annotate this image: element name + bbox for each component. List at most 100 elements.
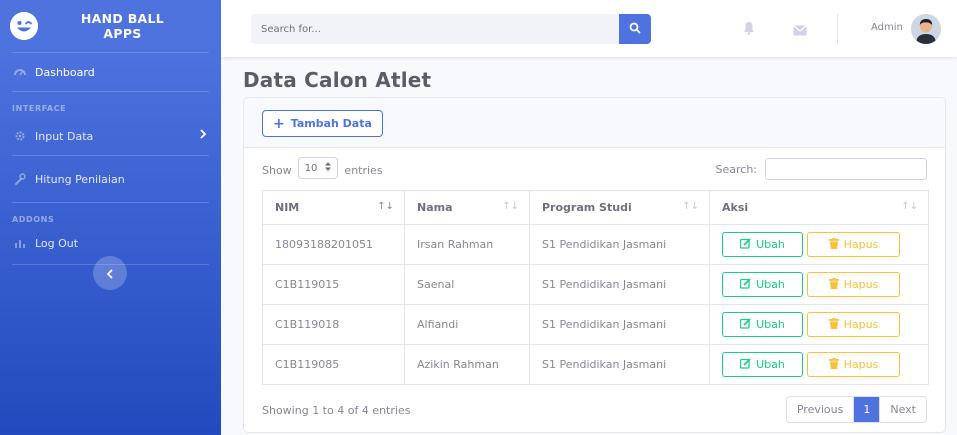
delete-label: Hapus — [843, 318, 879, 331]
show-label: Show — [262, 163, 292, 177]
brand-name: HAND BALL APPS — [38, 11, 221, 41]
sidebar-item-label: Input Data — [35, 129, 94, 143]
sort-icon: ↑↓ — [502, 201, 519, 212]
sidebar-heading-addons: ADDONS — [12, 215, 55, 224]
trash-icon — [828, 317, 839, 332]
edit-icon — [739, 237, 751, 252]
cell-nim: C1B119085 — [262, 344, 405, 385]
cell-program-studi: S1 Pendidikan Jasmani — [529, 304, 710, 345]
entries-value: 10 — [304, 162, 318, 174]
search-button[interactable] — [619, 14, 651, 44]
column-header-nim[interactable]: NIM ↑↓ — [262, 190, 405, 225]
column-header-nama[interactable]: Nama ↑↓ — [404, 190, 530, 225]
edit-icon — [739, 357, 751, 372]
entries-label: entries — [344, 163, 383, 177]
cell-program-studi: S1 Pendidikan Jasmani — [529, 224, 710, 265]
delete-label: Hapus — [843, 358, 879, 371]
sidebar-toggle-button[interactable] — [93, 256, 127, 290]
user-name[interactable]: Admin — [871, 22, 903, 33]
column-header-label: Program Studi — [542, 201, 632, 214]
brand[interactable]: HAND BALL APPS — [0, 0, 221, 52]
delete-button[interactable]: Hapus — [807, 232, 900, 257]
cell-nama: Saenal — [404, 264, 530, 305]
column-header-label: Nama — [417, 201, 453, 214]
sidebar-item-label: Hitung Penilaian — [35, 172, 125, 186]
column-header-label: Aksi — [722, 201, 749, 214]
sidebar-item-dashboard[interactable]: Dashboard — [0, 53, 221, 91]
sidebar-item-label: Dashboard — [35, 65, 95, 79]
edit-button[interactable]: Ubah — [722, 232, 803, 257]
avatar[interactable] — [911, 14, 941, 44]
plus-icon: + — [273, 115, 285, 132]
search-input[interactable] — [251, 14, 619, 44]
sidebar-item-hitung-penilaian[interactable]: Hitung Penilaian — [0, 160, 221, 198]
entries-select[interactable]: 10 — [297, 157, 339, 179]
edit-button[interactable]: Ubah — [722, 272, 803, 297]
cell-nama: Azikin Rahman — [404, 344, 530, 385]
delete-button[interactable]: Hapus — [807, 272, 900, 297]
page-title: Data Calon Atlet — [243, 68, 432, 92]
search-icon — [629, 22, 641, 37]
row-actions: Ubah Hapus — [722, 272, 928, 297]
cell-nim: C1B119018 — [262, 304, 405, 345]
edit-button[interactable]: Ubah — [722, 312, 803, 337]
sidebar: HAND BALL APPS Dashboard INTERFACE Input… — [0, 0, 221, 435]
table-row: C1B119085 Azikin Rahman S1 Pendidikan Ja… — [262, 344, 929, 385]
brand-line-2: APPS — [103, 26, 142, 41]
brand-line-1: HAND BALL — [80, 11, 165, 26]
table-row: C1B119018 Alfiandi S1 Pendidikan Jasmani… — [262, 304, 929, 345]
delete-label: Hapus — [843, 278, 879, 291]
tachometer-icon — [12, 66, 28, 78]
pagination-previous[interactable]: Previous — [787, 397, 855, 422]
cell-aksi: Ubah Hapus — [709, 264, 929, 305]
cell-nama: Irsan Rahman — [404, 224, 530, 265]
sidebar-divider — [12, 155, 209, 156]
column-header-aksi[interactable]: Aksi ↑↓ — [709, 190, 929, 225]
trash-icon — [828, 357, 839, 372]
chevron-left-icon — [106, 264, 114, 283]
chart-icon — [12, 237, 28, 249]
delete-button[interactable]: Hapus — [807, 312, 900, 337]
cell-aksi: Ubah Hapus — [709, 344, 929, 385]
row-actions: Ubah Hapus — [722, 352, 928, 377]
edit-button[interactable]: Ubah — [722, 352, 803, 377]
edit-label: Ubah — [756, 318, 785, 331]
cell-nama: Alfiandi — [404, 304, 530, 345]
card-header: + Tambah Data — [244, 98, 945, 148]
wrench-icon — [12, 173, 28, 185]
envelope-icon[interactable] — [793, 21, 807, 40]
sort-icon: ↑↓ — [377, 201, 394, 212]
cell-aksi: Ubah Hapus — [709, 304, 929, 345]
sort-updown-icon — [325, 162, 332, 174]
add-data-button[interactable]: + Tambah Data — [262, 110, 383, 137]
cog-icon — [12, 130, 28, 142]
cell-aksi: Ubah Hapus — [709, 224, 929, 265]
row-actions: Ubah Hapus — [722, 232, 928, 257]
entries-length: Show 10 entries — [262, 157, 383, 179]
sort-icon: ↑↓ — [682, 201, 699, 212]
edit-label: Ubah — [756, 278, 785, 291]
sidebar-item-log-out[interactable]: Log Out — [0, 228, 221, 258]
topbar-search — [251, 14, 651, 44]
sort-icon: ↑↓ — [901, 201, 918, 212]
delete-button[interactable]: Hapus — [807, 352, 900, 377]
cell-program-studi: S1 Pendidikan Jasmani — [529, 344, 710, 385]
table-row: C1B119015 Saenal S1 Pendidikan Jasmani U… — [262, 264, 929, 305]
table-search-label: Search: — [715, 162, 758, 176]
trash-icon — [828, 237, 839, 252]
atlet-table: NIM ↑↓ Nama ↑↓ Program Studi ↑↓ Aksi ↑↓ 1809… — [262, 190, 929, 385]
data-card: + Tambah Data Show 10 entries Search: NI… — [243, 97, 946, 433]
datatable-controls: Show 10 entries Search: — [262, 157, 927, 182]
sidebar-heading-interface: INTERFACE — [12, 104, 67, 113]
topbar: Admin — [221, 0, 957, 57]
row-actions: Ubah Hapus — [722, 312, 928, 337]
bell-icon[interactable] — [743, 20, 755, 39]
table-search-input[interactable] — [765, 158, 927, 180]
column-header-program-studi[interactable]: Program Studi ↑↓ — [529, 190, 710, 225]
pagination-next[interactable]: Next — [880, 397, 926, 422]
sidebar-item-input-data[interactable]: Input Data — [0, 117, 221, 155]
pagination: Previous 1 Next — [785, 396, 927, 423]
cell-nim: 18093188201051 — [262, 224, 405, 265]
pagination-page-1[interactable]: 1 — [854, 397, 881, 422]
delete-label: Hapus — [843, 238, 879, 251]
